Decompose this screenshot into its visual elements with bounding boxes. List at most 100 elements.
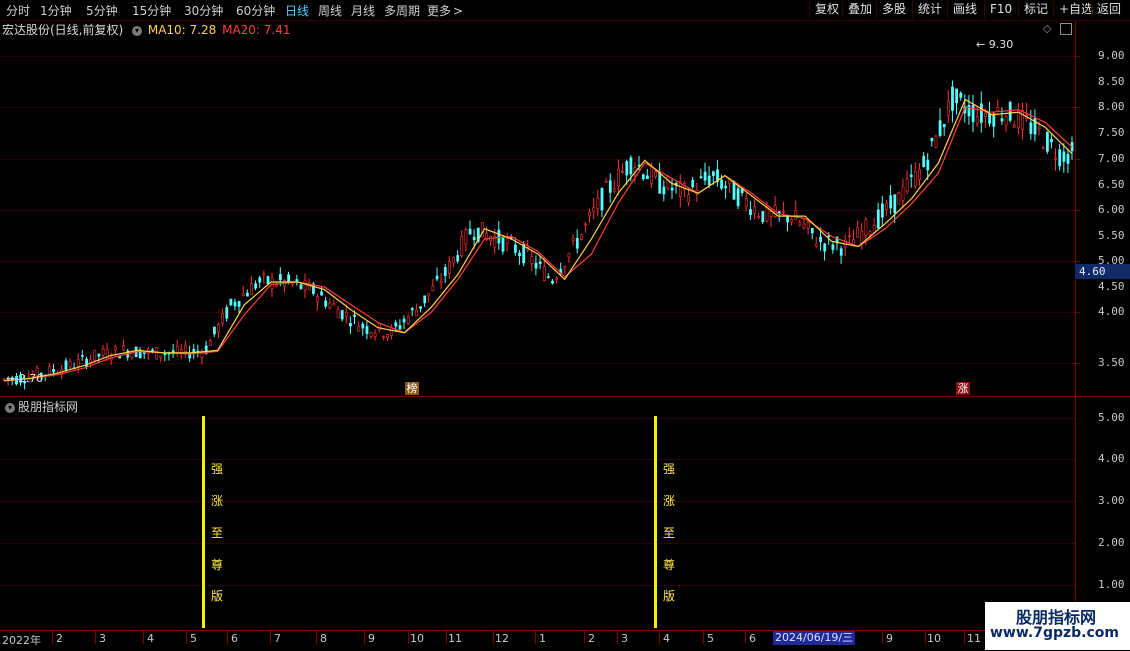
signal-bar — [654, 416, 657, 628]
indicator-dropdown-icon[interactable]: ▾ — [5, 402, 15, 413]
candle-body — [567, 253, 571, 258]
candle-body — [114, 346, 117, 351]
y-label: 8.00 — [1098, 100, 1125, 113]
stats-button[interactable]: 统计 — [912, 1, 947, 18]
candle-body — [52, 368, 56, 373]
candle-body — [946, 100, 950, 116]
x-tick — [408, 630, 409, 644]
signal-bar — [202, 416, 205, 628]
candle-body — [1046, 132, 1049, 152]
indicator-grid-line — [0, 585, 1075, 586]
bang-marker[interactable]: 榜 — [405, 382, 419, 395]
overlay-button[interactable]: 叠加 — [842, 1, 877, 18]
fuquan-button[interactable]: 复权 — [809, 1, 844, 18]
indicator-grid-line — [0, 418, 1075, 419]
candle-body — [592, 207, 596, 212]
candle-body — [472, 236, 476, 240]
mark-button[interactable]: 标记 — [1018, 1, 1053, 18]
candle-body — [839, 248, 843, 256]
tf-weekly[interactable]: 周线 — [318, 2, 342, 19]
y-label: 5.50 — [1098, 229, 1125, 242]
x-label: 4 — [147, 632, 154, 645]
low-price-label: ← 2.70 — [6, 372, 44, 385]
candle-body — [847, 235, 851, 237]
candle-body — [782, 211, 785, 213]
tf-15min[interactable]: 15分钟 — [132, 2, 171, 19]
candle-body — [889, 195, 893, 209]
candle-body — [316, 296, 319, 303]
tf-5min[interactable]: 5分钟 — [86, 2, 118, 19]
panel-separator[interactable] — [0, 396, 1130, 397]
candle-body — [893, 194, 897, 214]
candle-body — [732, 181, 736, 200]
candle-body — [1000, 118, 1004, 122]
low-price-value: 2.70 — [18, 372, 44, 385]
candle-body — [575, 238, 579, 249]
x-label: 2022年 — [2, 634, 41, 647]
candle-body — [213, 326, 216, 335]
candle-body — [456, 255, 460, 262]
candle-body — [443, 267, 447, 277]
indicator-grid-line — [0, 501, 1075, 502]
zhang-marker[interactable]: 涨 — [956, 382, 970, 395]
tf-60min[interactable]: 60分钟 — [236, 2, 275, 19]
multi-stock-button[interactable]: 多股 — [876, 1, 911, 18]
candle-body — [390, 327, 394, 336]
candle-body — [233, 301, 237, 307]
tf-more[interactable]: 更多 > — [427, 2, 463, 19]
candle-body — [670, 187, 674, 191]
candle-body — [415, 309, 418, 317]
candle-body — [926, 159, 930, 171]
candle-body — [303, 279, 307, 291]
price-axis-line — [1075, 21, 1076, 396]
candle-body — [278, 274, 282, 281]
candle-body — [419, 306, 423, 309]
candle-body — [860, 230, 864, 244]
back-button[interactable]: 返回 — [1091, 1, 1126, 18]
candle-body — [270, 277, 274, 289]
x-label: 2 — [56, 632, 63, 645]
tf-monthly[interactable]: 月线 — [351, 2, 375, 19]
candle-body — [1058, 149, 1062, 167]
candle-body — [711, 171, 715, 176]
candle-body — [827, 235, 831, 238]
y-tick — [1075, 312, 1080, 313]
x-label: 1 — [539, 632, 546, 645]
candle-body — [864, 219, 868, 237]
x-label: 6 — [231, 632, 238, 645]
x-label: 3 — [621, 632, 628, 645]
y-tick — [1075, 56, 1080, 57]
x-label: 9 — [368, 632, 375, 645]
y-tick — [1075, 210, 1080, 211]
candle-body — [344, 311, 348, 317]
y-label: 7.50 — [1098, 126, 1125, 139]
candle-body — [241, 293, 245, 296]
x-tick — [364, 630, 365, 644]
tf-multi[interactable]: 多周期 — [384, 2, 420, 19]
tf-30min[interactable]: 30分钟 — [184, 2, 223, 19]
candle-body — [951, 86, 954, 111]
tf-daily[interactable]: 日线 — [285, 2, 309, 19]
tf-1min[interactable]: 1分钟 — [40, 2, 72, 19]
candle-body — [184, 344, 187, 352]
y-tick — [1075, 363, 1080, 364]
tf-fenshi[interactable]: 分时 — [6, 2, 30, 19]
indicator-y-label: 3.00 — [1098, 494, 1125, 507]
candle-body — [691, 179, 695, 188]
candle-body — [208, 340, 212, 347]
y-label: 3.50 — [1098, 356, 1125, 369]
x-label: 9 — [886, 632, 893, 645]
candle-body — [542, 266, 546, 281]
candle-body — [501, 237, 505, 252]
y-tick — [1075, 159, 1080, 160]
candle-body — [810, 228, 814, 234]
candle-body — [992, 113, 996, 127]
candle-body — [402, 318, 406, 323]
f10-button[interactable]: F10 — [984, 1, 1017, 18]
draw-line-button[interactable]: 画线 — [947, 1, 982, 18]
signal-char: 强 — [663, 462, 676, 476]
time-axis — [0, 630, 1130, 651]
candle-body — [538, 261, 542, 264]
indicator-title: 股朋指标网 — [18, 400, 79, 414]
x-tick — [270, 630, 271, 644]
